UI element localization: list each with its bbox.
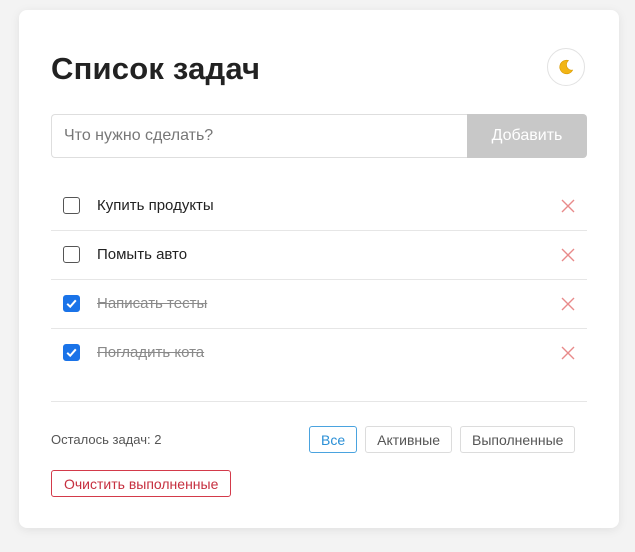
task-item: Погладить кота	[51, 329, 587, 377]
remaining-count: Осталось задач: 2	[51, 432, 162, 447]
checkmark-icon	[66, 348, 77, 358]
task-item: Написать тесты	[51, 280, 587, 329]
filter-active-button[interactable]: Активные	[365, 426, 452, 453]
task-text: Купить продукты	[97, 197, 214, 214]
add-task-button[interactable]: Добавить	[467, 114, 587, 158]
filter-group: Все Активные Выполненные	[309, 426, 576, 453]
todo-card: Список задач Добавить Купить продукты По…	[19, 10, 619, 528]
filter-all-button[interactable]: Все	[309, 426, 358, 453]
task-checkbox[interactable]	[63, 246, 80, 263]
task-item: Купить продукты	[51, 182, 587, 231]
delete-icon[interactable]	[561, 248, 575, 262]
task-checkbox[interactable]	[63, 197, 80, 214]
delete-icon[interactable]	[561, 297, 575, 311]
page-title: Список задач	[51, 51, 261, 86]
new-task-form: Добавить	[51, 114, 587, 158]
task-checkbox[interactable]	[63, 295, 80, 312]
task-text: Написать тесты	[97, 295, 208, 312]
theme-toggle-button[interactable]	[547, 48, 585, 86]
task-list: Купить продукты Помыть авто Написать тес…	[51, 182, 587, 377]
task-checkbox[interactable]	[63, 344, 80, 361]
footer-divider	[51, 401, 587, 402]
task-text: Помыть авто	[97, 246, 188, 263]
delete-icon[interactable]	[561, 346, 575, 360]
clear-completed-button[interactable]: Очистить выполненные	[51, 470, 232, 497]
moon-icon	[557, 58, 575, 76]
new-task-input[interactable]	[51, 114, 467, 158]
checkmark-icon	[66, 299, 77, 309]
task-item: Помыть авто	[51, 231, 587, 280]
filter-completed-button[interactable]: Выполненные	[460, 426, 576, 453]
task-text: Погладить кота	[97, 344, 205, 361]
delete-icon[interactable]	[561, 199, 575, 213]
